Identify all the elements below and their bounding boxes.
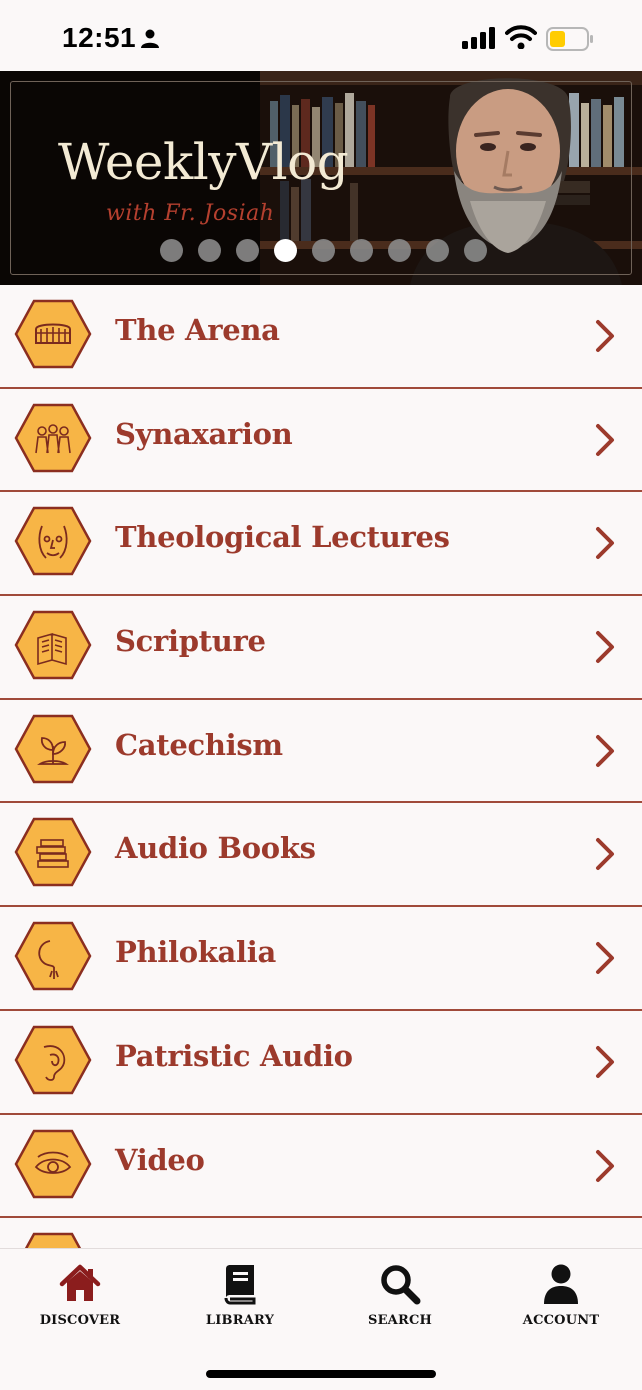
category-list: The Arena Synaxarion Theological Lectures S… — [0, 285, 642, 1302]
chevron-right-icon — [596, 631, 614, 664]
category-row[interactable]: Scripture — [0, 596, 642, 700]
colosseum-icon — [14, 299, 92, 369]
chevron-right-icon — [596, 1149, 614, 1182]
category-row[interactable]: Video — [0, 1114, 642, 1219]
prayer-rope-icon — [14, 921, 92, 991]
category-label: Patristic Audio — [115, 1038, 353, 1073]
category-label: Video — [115, 1142, 205, 1177]
home-icon — [59, 1264, 101, 1301]
category-label: Theological Lectures — [115, 520, 450, 555]
status-bar: 12:51 — [0, 0, 642, 72]
category-row[interactable]: Synaxarion — [0, 388, 642, 493]
tab-bar: DISCOVER LIBRARY SEARCH ACCOUNT — [0, 1248, 642, 1390]
carousel-dot[interactable] — [312, 239, 335, 262]
scripture-icon — [14, 610, 92, 680]
sprout-icon — [14, 714, 92, 783]
face-icon — [14, 507, 92, 576]
carousel-dot[interactable] — [464, 239, 487, 262]
category-row[interactable]: Catechism — [0, 699, 642, 804]
book-icon — [224, 1265, 256, 1305]
featured-banner-carousel[interactable]: WeeklyVlog with Fr. Josiah — [0, 71, 642, 285]
carousel-page-dots[interactable] — [160, 239, 487, 262]
magnifier-icon — [381, 1265, 421, 1305]
books-icon — [14, 818, 92, 887]
carousel-dot[interactable] — [160, 239, 183, 262]
tab-account[interactable]: ACCOUNT — [481, 1263, 641, 1343]
chevron-right-icon — [596, 320, 614, 352]
chevron-right-icon — [596, 942, 614, 975]
tab-discover[interactable]: DISCOVER — [0, 1263, 160, 1343]
category-row[interactable]: Patristic Audio — [0, 1010, 642, 1115]
chevron-right-icon — [596, 1045, 614, 1078]
category-label: Scripture — [115, 624, 266, 659]
category-label: Audio Books — [115, 831, 316, 866]
category-row[interactable]: Philokalia — [0, 907, 642, 1011]
category-label: The Arena — [115, 313, 280, 347]
tab-search[interactable]: SEARCH — [320, 1263, 480, 1343]
category-label: Catechism — [115, 727, 283, 762]
status-time: 12:51 — [62, 22, 137, 53]
person-icon — [544, 1264, 578, 1304]
carousel-dot[interactable] — [426, 239, 449, 262]
category-row[interactable]: The Arena — [0, 285, 642, 389]
cellular-signal-icon — [462, 27, 495, 49]
wifi-icon — [505, 25, 537, 49]
tab-label-search: SEARCH — [367, 1313, 433, 1328]
banner-title: WeeklyVlog — [58, 133, 349, 191]
category-label: Philokalia — [115, 935, 276, 970]
category-label: Synaxarion — [115, 416, 293, 451]
eye-icon — [14, 1129, 92, 1198]
tab-library[interactable]: LIBRARY — [160, 1263, 320, 1343]
category-row[interactable]: Audio Books — [0, 803, 642, 908]
tab-label-library: LIBRARY — [205, 1313, 275, 1328]
chevron-right-icon — [596, 734, 614, 767]
chevron-right-icon — [596, 423, 614, 456]
home-indicator — [206, 1370, 436, 1378]
carousel-dot[interactable] — [274, 239, 297, 262]
carousel-dot[interactable] — [198, 239, 221, 262]
chevron-right-icon — [596, 838, 614, 871]
tab-label-discover: DISCOVER — [39, 1313, 121, 1328]
carousel-dot[interactable] — [388, 239, 411, 262]
saints-icon — [14, 403, 92, 472]
ear-icon — [14, 1025, 92, 1095]
carousel-dot[interactable] — [236, 239, 259, 262]
banner-subtitle: with Fr. Josiah — [106, 201, 275, 226]
chevron-right-icon — [596, 527, 614, 560]
tab-label-account: ACCOUNT — [522, 1313, 600, 1328]
category-row[interactable]: Theological Lectures — [0, 492, 642, 597]
battery-icon — [546, 27, 593, 51]
carousel-dot[interactable] — [350, 239, 373, 262]
person-status-icon — [141, 29, 159, 48]
